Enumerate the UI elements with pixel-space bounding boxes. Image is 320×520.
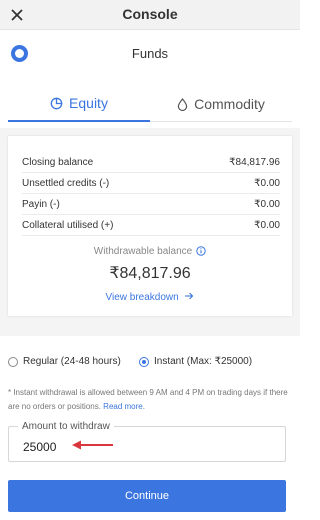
view-breakdown-label: View breakdown	[105, 292, 179, 303]
balance-value: ₹0.00	[254, 219, 280, 231]
annotation-arrow-icon	[72, 440, 113, 450]
balance-value: ₹84,817.96	[229, 156, 280, 168]
radio-regular[interactable]: Regular (24-48 hours)	[8, 356, 121, 367]
tab-commodity[interactable]: Commodity	[150, 86, 292, 122]
arrow-right-icon	[185, 292, 194, 300]
continue-button[interactable]: Continue	[8, 480, 286, 512]
amount-field: Amount to withdraw	[8, 421, 286, 462]
balance-value: ₹0.00	[254, 177, 280, 189]
window-title: Console	[122, 6, 178, 22]
segment-tabs: Equity Commodity	[8, 86, 292, 122]
balance-label: Payin (-)	[22, 198, 60, 210]
balance-label: Closing balance	[22, 156, 94, 168]
drop-icon	[177, 97, 188, 111]
tab-equity-label: Equity	[69, 95, 108, 111]
page-header: Funds	[0, 30, 300, 76]
balance-label: Collateral utilised (+)	[22, 219, 114, 231]
instant-withdrawal-note: * Instant withdrawal is allowed between …	[8, 386, 292, 414]
top-bar: Console	[0, 0, 300, 30]
balance-row: Collateral utilised (+) ₹0.00	[22, 215, 280, 236]
read-more-link[interactable]: Read more.	[103, 402, 145, 411]
balance-card: Closing balance ₹84,817.96 Unsettled cre…	[8, 136, 292, 316]
balance-label: Unsettled credits (-)	[22, 177, 110, 189]
balance-table: Closing balance ₹84,817.96 Unsettled cre…	[22, 152, 280, 236]
radio-regular-label: Regular (24-48 hours)	[23, 356, 121, 367]
radio-button-selected[interactable]	[139, 356, 149, 367]
balance-row: Unsettled credits (-) ₹0.00	[22, 173, 280, 194]
tab-equity[interactable]: Equity	[8, 86, 150, 122]
note-text: * Instant withdrawal is allowed between …	[8, 388, 288, 411]
radio-instant[interactable]: Instant (Max: ₹25000)	[139, 356, 252, 367]
tab-commodity-label: Commodity	[194, 96, 265, 112]
withdrawable-balance-value: ₹84,817.96	[109, 265, 191, 282]
radio-button-unselected[interactable]	[8, 356, 18, 367]
amount-input[interactable]	[23, 438, 223, 456]
balance-row: Closing balance ₹84,817.96	[22, 152, 280, 173]
view-breakdown-link[interactable]: View breakdown	[8, 292, 292, 303]
radio-instant-label: Instant (Max: ₹25000)	[154, 356, 253, 367]
page-title: Funds	[131, 46, 169, 61]
balance-value: ₹0.00	[254, 198, 280, 210]
withdrawal-mode-options: Regular (24-48 hours) Instant (Max: ₹250…	[8, 356, 292, 372]
withdrawable-balance-heading: Withdrawable balance	[8, 246, 292, 257]
pie-chart-icon	[50, 97, 63, 109]
withdrawable-balance-label: Withdrawable balance	[93, 246, 193, 257]
balance-row: Payin (-) ₹0.00	[22, 194, 280, 215]
amount-field-label: Amount to withdraw	[18, 421, 114, 432]
info-icon[interactable]	[196, 246, 206, 256]
